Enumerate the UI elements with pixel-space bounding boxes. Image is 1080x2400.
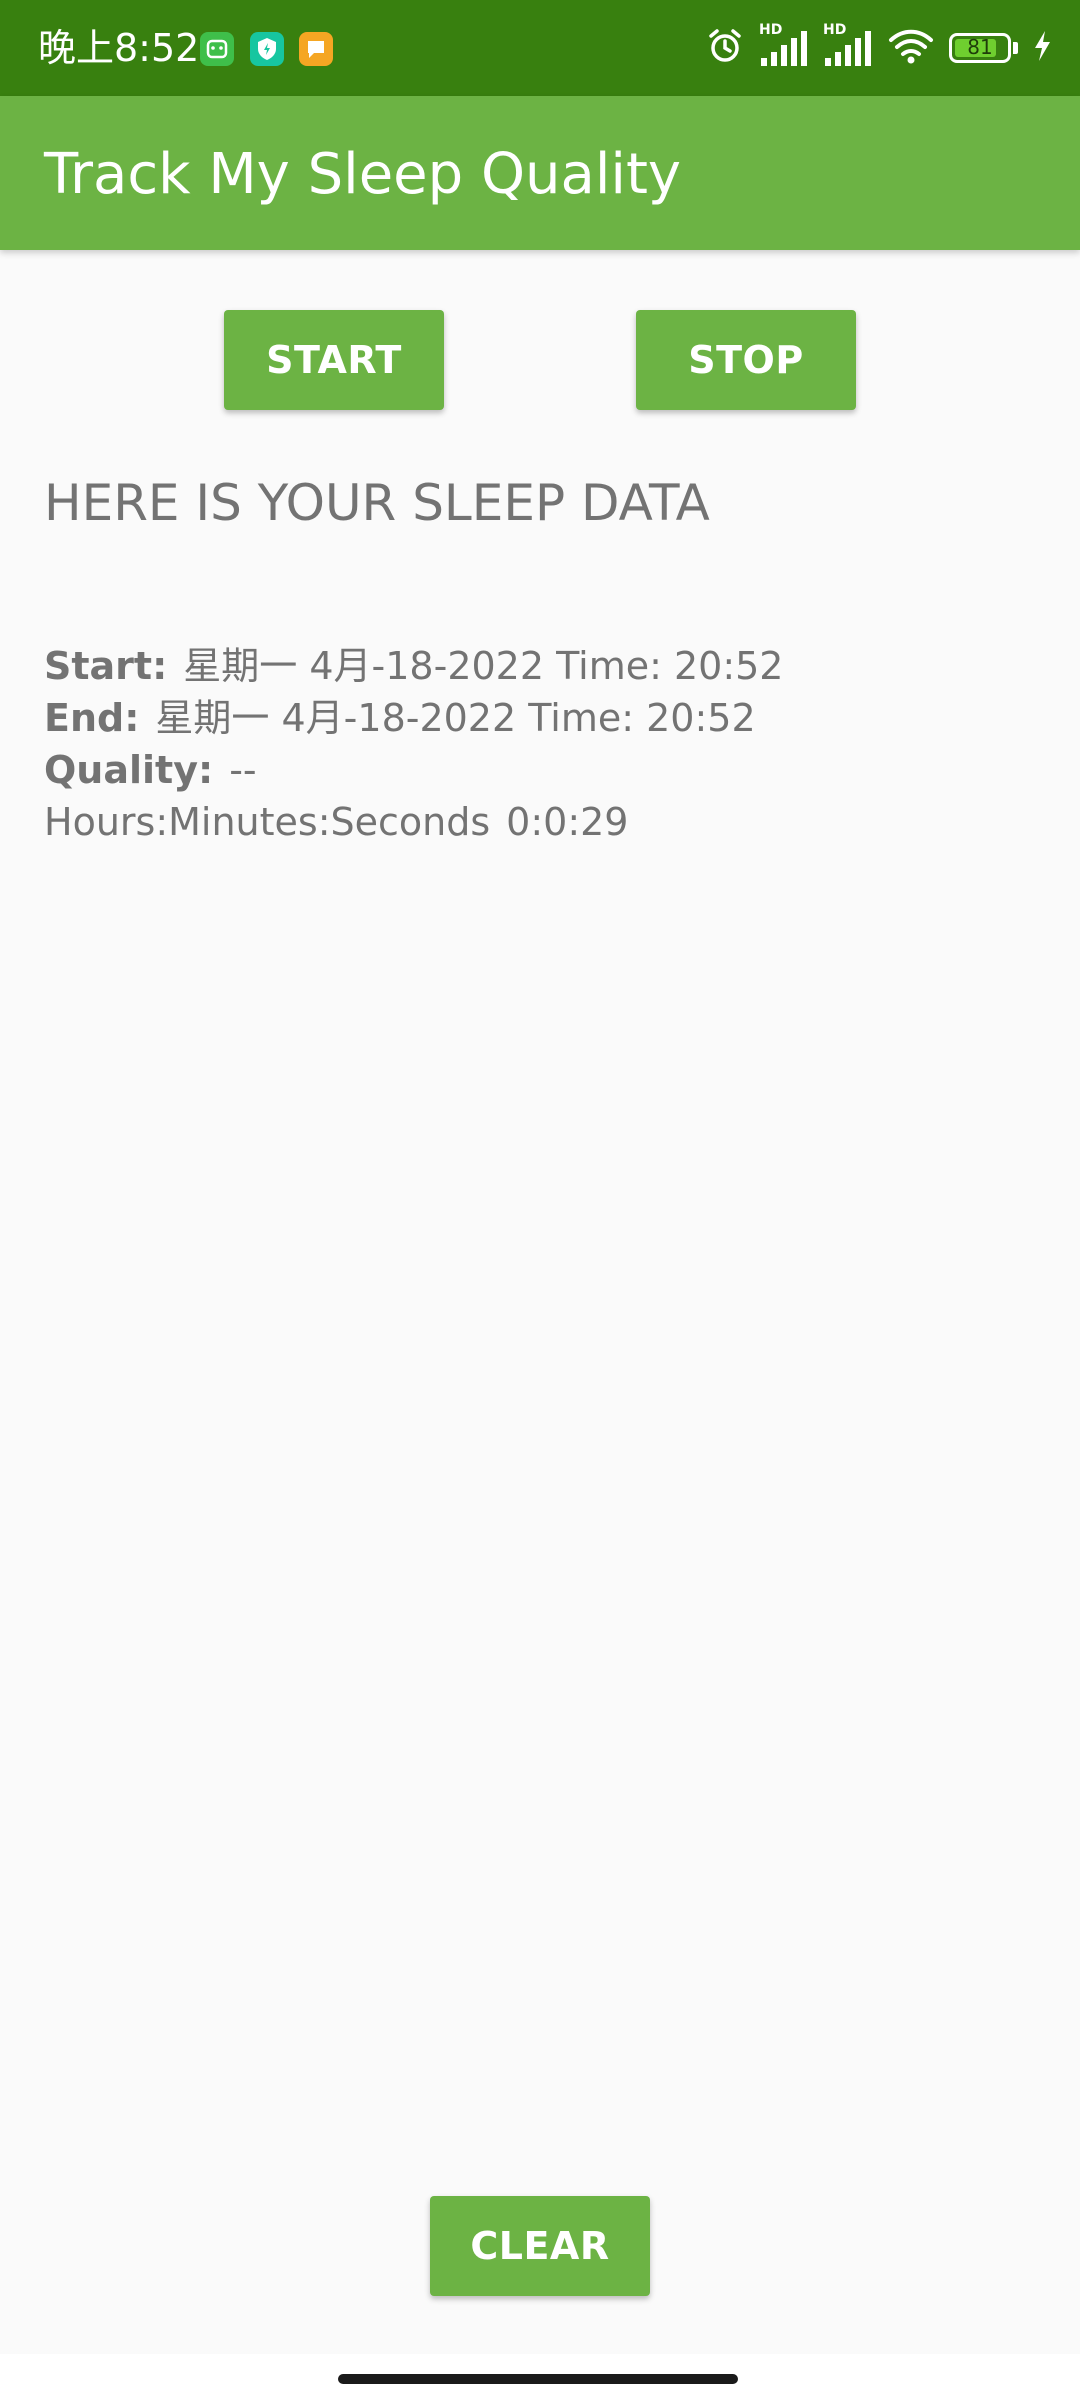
message-notification-icon xyxy=(299,32,333,66)
charging-icon xyxy=(1032,29,1052,67)
duration-value: 0:0:29 xyxy=(506,800,629,844)
sleep-data-heading: HERE IS YOUR SLEEP DATA xyxy=(44,474,710,532)
app-title: Track My Sleep Quality xyxy=(44,142,682,207)
status-time: 晚上8:52 xyxy=(38,26,200,70)
navigation-bar xyxy=(0,2354,1080,2400)
wifi-icon xyxy=(887,26,935,70)
signal-hd-icon: HD xyxy=(759,22,809,68)
duration-label: Hours:Minutes:Seconds xyxy=(44,800,491,844)
quality-row: Quality: -- xyxy=(44,744,784,796)
status-bar: 晚上8:52 HD HD 81 xyxy=(0,0,1080,96)
battery-tip xyxy=(1013,42,1018,54)
sleep-data-text: Start: 星期一 4月-18-2022 Time: 20:52 End: 星期一… xyxy=(44,640,784,848)
app-notification-green-icon xyxy=(200,32,234,66)
quality-label: Quality: xyxy=(44,748,214,792)
home-gesture-handle[interactable] xyxy=(338,2374,738,2384)
start-value: 星期一 4月-18-2022 Time: 20:52 xyxy=(183,644,784,688)
alarm-icon xyxy=(705,26,745,70)
shield-notification-icon xyxy=(250,32,284,66)
end-value: 星期一 4月-18-2022 Time: 20:52 xyxy=(155,696,756,740)
signal-hd-icon: HD xyxy=(823,22,873,68)
end-row: End: 星期一 4月-18-2022 Time: 20:52 xyxy=(44,692,784,744)
duration-row: Hours:Minutes:Seconds 0:0:29 xyxy=(44,796,784,848)
app-bar: Track My Sleep Quality xyxy=(0,96,1080,250)
clear-button[interactable]: CLEAR xyxy=(430,2196,650,2296)
battery-level: 81 xyxy=(967,35,993,59)
start-label: Start: xyxy=(44,644,168,688)
end-label: End: xyxy=(44,696,140,740)
start-button[interactable]: START xyxy=(224,310,444,410)
battery-icon: 81 xyxy=(949,33,1011,63)
quality-value: -- xyxy=(229,748,257,792)
system-icons: HD HD 81 xyxy=(705,22,1052,70)
start-row: Start: 星期一 4月-18-2022 Time: 20:52 xyxy=(44,640,784,692)
stop-button[interactable]: STOP xyxy=(636,310,856,410)
